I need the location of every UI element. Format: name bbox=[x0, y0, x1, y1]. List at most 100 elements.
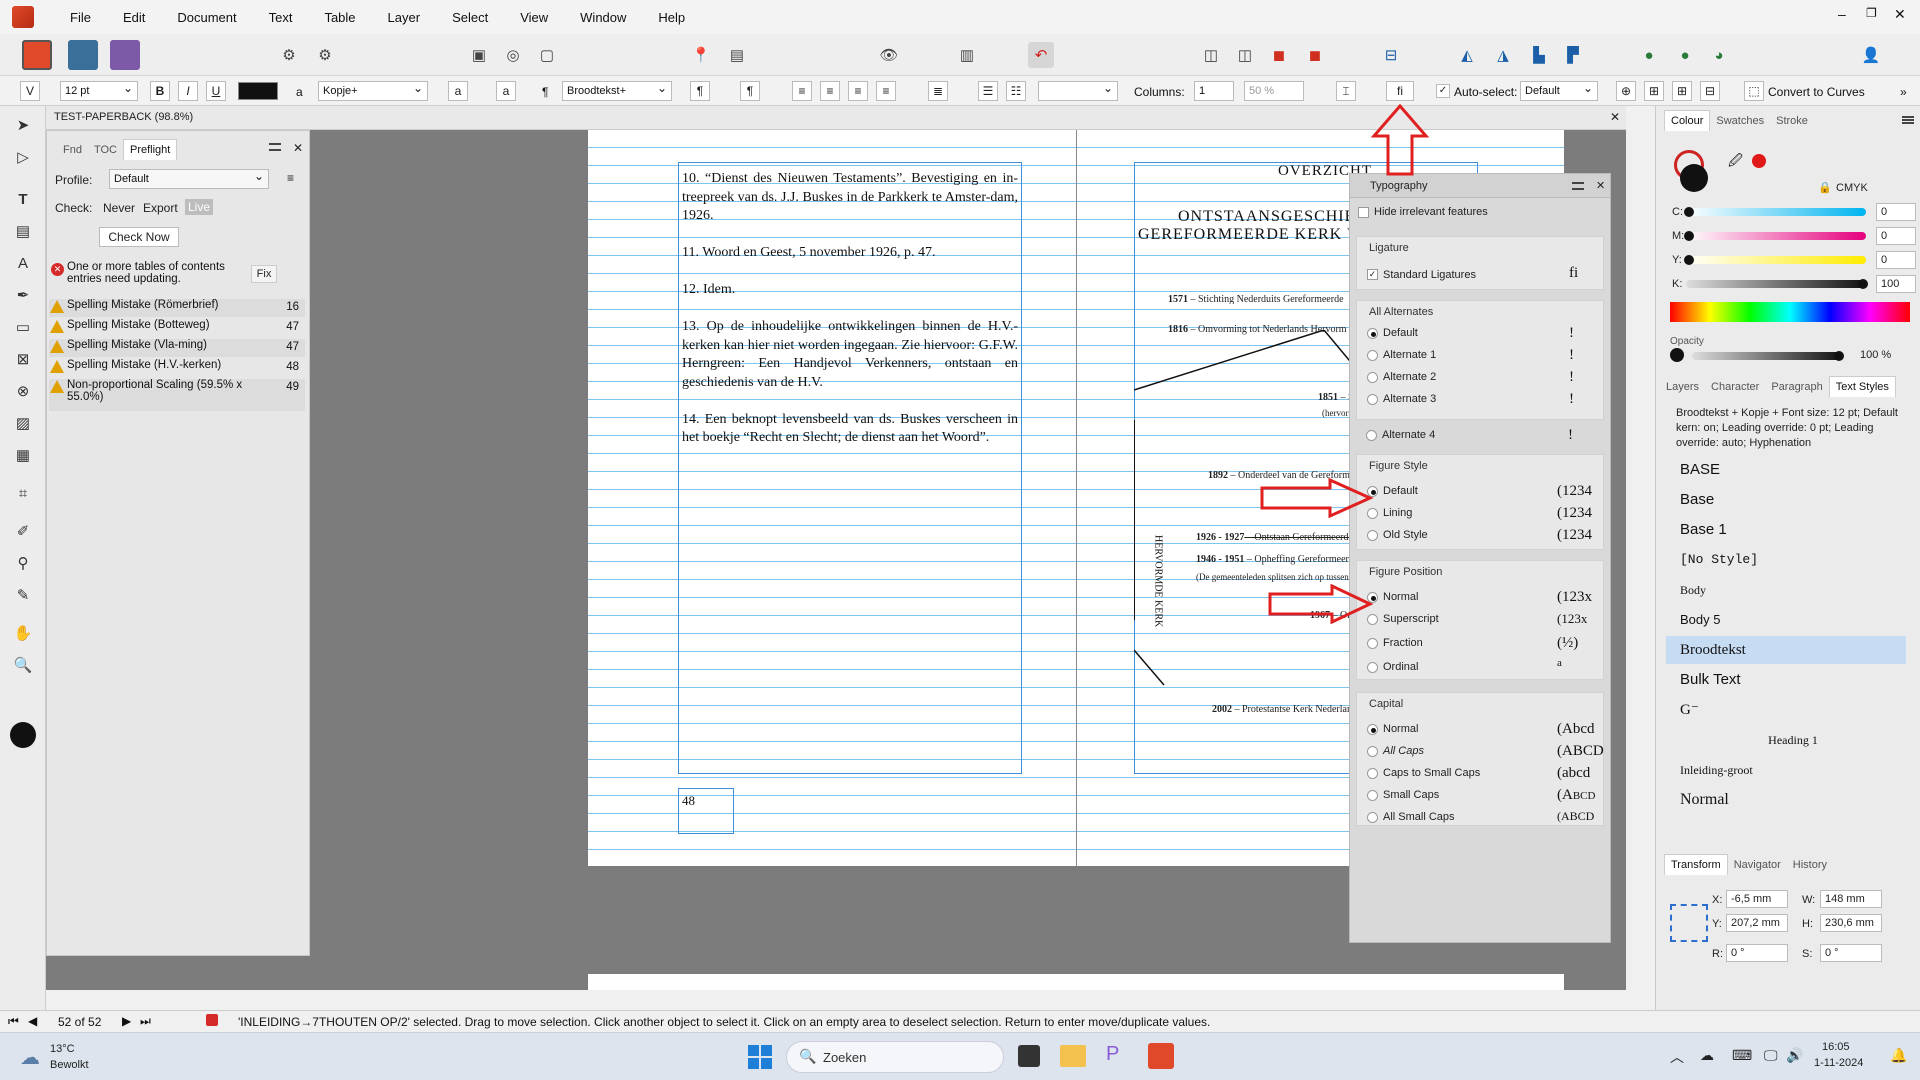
image-tool-icon[interactable]: ▨ bbox=[11, 412, 35, 436]
radio[interactable] bbox=[1367, 638, 1378, 649]
fill-colour-circle[interactable] bbox=[1680, 164, 1708, 192]
radio-selected[interactable] bbox=[1367, 724, 1378, 735]
keyboard-icon[interactable]: ⌨ bbox=[1732, 1047, 1752, 1064]
recent-colour-swatch[interactable] bbox=[1752, 154, 1766, 168]
char-style-apply-icon[interactable]: a bbox=[448, 81, 468, 101]
spread-icon[interactable]: ◎ bbox=[500, 42, 526, 68]
italic-button[interactable]: I bbox=[178, 81, 198, 101]
figure-style-header[interactable]: Figure Style bbox=[1369, 460, 1428, 472]
opacity-value[interactable]: 100 % bbox=[1860, 349, 1891, 361]
typography-menu-icon[interactable] bbox=[1572, 182, 1584, 190]
designer-persona-icon[interactable] bbox=[110, 40, 140, 70]
minimize-icon[interactable]: – bbox=[1838, 6, 1846, 22]
font-size-select[interactable]: 12 pt bbox=[60, 79, 138, 101]
alt-3-option[interactable]: Alternate 3 bbox=[1367, 393, 1436, 405]
hide-irrelevant-checkbox[interactable] bbox=[1358, 207, 1369, 218]
check-never[interactable]: Never bbox=[103, 201, 135, 215]
alt-4-option[interactable]: Alternate 4 bbox=[1366, 429, 1435, 441]
c-slider[interactable] bbox=[1684, 207, 1866, 217]
preflight-error-icon[interactable] bbox=[206, 1014, 218, 1026]
align-icon[interactable]: ⊟ bbox=[1378, 42, 1404, 68]
onedrive-icon[interactable]: ☁ bbox=[1700, 1047, 1714, 1064]
file-explorer-icon[interactable] bbox=[1060, 1045, 1086, 1067]
radio[interactable] bbox=[1367, 350, 1378, 361]
publisher-persona-icon[interactable] bbox=[22, 40, 52, 70]
tab-history[interactable]: History bbox=[1787, 855, 1833, 875]
style-item[interactable]: Body bbox=[1666, 576, 1906, 604]
issue-row[interactable]: Spelling Mistake (H.V.-kerken) 48 bbox=[49, 359, 305, 377]
align-center-icon[interactable]: ≡ bbox=[820, 81, 840, 101]
colour-model-select[interactable]: CMYK bbox=[1836, 182, 1868, 194]
convert-to-curves-button[interactable]: Convert to Curves bbox=[1768, 85, 1865, 99]
typography-close-icon[interactable]: ✕ bbox=[1596, 179, 1605, 192]
tab-paragraph[interactable]: Paragraph bbox=[1765, 377, 1828, 397]
last-page-icon[interactable]: ⏭ bbox=[140, 1014, 151, 1029]
ligature-header[interactable]: Ligature bbox=[1369, 242, 1409, 254]
style-item[interactable]: Inleiding-groot bbox=[1666, 756, 1906, 784]
tab-preflight[interactable]: Preflight bbox=[123, 139, 178, 160]
issue-row[interactable]: Spelling Mistake (Botteweg) 47 bbox=[49, 319, 305, 337]
first-page-icon[interactable]: ⏮ bbox=[8, 1014, 19, 1029]
grid-icon[interactable]: ⊞ bbox=[1672, 81, 1692, 101]
k-knob[interactable] bbox=[1858, 279, 1868, 289]
text-frame-icon[interactable]: ⌶ bbox=[1336, 81, 1356, 101]
flip-h-icon[interactable]: ◭ bbox=[1454, 42, 1480, 68]
w-input[interactable]: 148 mm bbox=[1820, 890, 1882, 908]
style-item[interactable]: BASE bbox=[1666, 456, 1906, 484]
pin-icon[interactable]: 📍 bbox=[688, 42, 714, 68]
radio[interactable] bbox=[1367, 768, 1378, 779]
menu-help[interactable]: Help bbox=[642, 10, 701, 25]
radio[interactable] bbox=[1367, 812, 1378, 823]
text-wrap-icon[interactable]: ▤ bbox=[724, 42, 750, 68]
style-item[interactable]: Bulk Text bbox=[1666, 666, 1906, 694]
taskbar-search[interactable]: 🔍 Zoeken bbox=[786, 1041, 1004, 1073]
capital-header[interactable]: Capital bbox=[1369, 698, 1403, 710]
vertical-align-icon[interactable]: ≣ bbox=[928, 81, 948, 101]
notification-icon[interactable]: 🔔 bbox=[1890, 1047, 1907, 1064]
m-input[interactable]: 0 bbox=[1876, 227, 1916, 245]
radio-selected[interactable] bbox=[1367, 328, 1378, 339]
radio[interactable] bbox=[1367, 372, 1378, 383]
colour-picker-icon[interactable]: 🖉 bbox=[1728, 150, 1743, 174]
columns-input[interactable]: 1 bbox=[1194, 81, 1234, 101]
menu-layer[interactable]: Layer bbox=[372, 10, 437, 25]
radio[interactable] bbox=[1366, 430, 1377, 441]
taskview-icon[interactable] bbox=[1018, 1045, 1040, 1067]
x-input[interactable]: -6,5 mm bbox=[1726, 890, 1788, 908]
colour-spectrum[interactable] bbox=[1670, 302, 1910, 322]
table-tool-icon[interactable]: ▦ bbox=[11, 444, 35, 468]
capital-smallcaps-option[interactable]: Small Caps bbox=[1367, 789, 1439, 801]
anchor-point-icon[interactable] bbox=[1670, 904, 1708, 942]
tab-stroke[interactable]: Stroke bbox=[1770, 111, 1814, 131]
style-item-selected[interactable]: Broodtekst bbox=[1666, 636, 1906, 664]
start-icon[interactable] bbox=[748, 1045, 772, 1069]
check-now-button[interactable]: Check Now bbox=[99, 227, 179, 247]
tab-transform[interactable]: Transform bbox=[1664, 854, 1728, 875]
alt-2-option[interactable]: Alternate 2 bbox=[1367, 371, 1436, 383]
publisher-taskbar-icon[interactable]: P bbox=[1106, 1043, 1119, 1066]
tab-colour[interactable]: Colour bbox=[1664, 110, 1711, 131]
convert-curves-icon[interactable]: ⬚ bbox=[1744, 81, 1764, 101]
colour-menu-icon[interactable] bbox=[1902, 116, 1914, 124]
radio[interactable] bbox=[1367, 746, 1378, 757]
capital-normal-option[interactable]: Normal bbox=[1367, 723, 1418, 735]
m-knob[interactable] bbox=[1684, 231, 1694, 241]
profile-select[interactable]: Default bbox=[109, 167, 269, 189]
arrange-front-icon[interactable]: ◼ bbox=[1302, 42, 1328, 68]
justify-icon[interactable]: ≡ bbox=[876, 81, 896, 101]
close-window-icon[interactable]: ✕ bbox=[1894, 6, 1906, 23]
paragraph-style-select[interactable]: Broodtekst+ bbox=[562, 79, 672, 101]
alternates-header[interactable]: All Alternates bbox=[1369, 306, 1433, 318]
position-fraction-option[interactable]: Fraction bbox=[1367, 637, 1423, 649]
settings-alt-icon[interactable]: ⚙ bbox=[312, 42, 338, 68]
boolean-add-icon[interactable]: ● bbox=[1636, 42, 1662, 68]
opacity-slider[interactable] bbox=[1692, 351, 1844, 361]
autoselect-checkbox[interactable]: ✓ bbox=[1436, 84, 1450, 98]
gear-icon[interactable]: ⚙ bbox=[276, 42, 302, 68]
snap-options-icon[interactable]: ⊞ bbox=[1644, 81, 1664, 101]
display-icon[interactable]: 🖵 bbox=[1764, 1047, 1778, 1064]
transparency-tool-icon[interactable]: ⚲ bbox=[11, 552, 35, 576]
rotate-left-icon[interactable]: ▙ bbox=[1526, 42, 1552, 68]
para-style-reset-icon[interactable]: ¶ bbox=[740, 81, 760, 101]
underline-button[interactable]: U bbox=[206, 81, 226, 101]
